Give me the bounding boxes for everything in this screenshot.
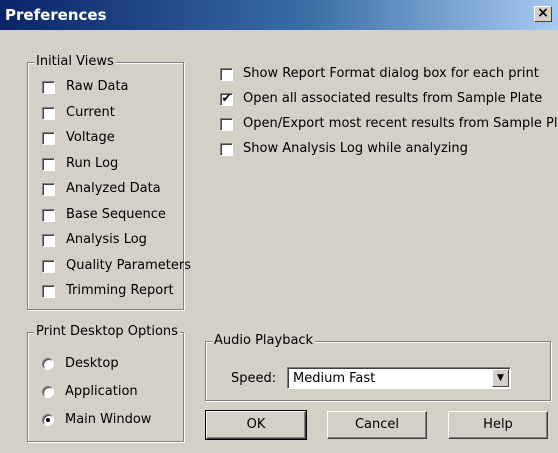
initial-view-label: Base Sequence	[66, 206, 166, 222]
option-checkbox[interactable]	[220, 68, 233, 81]
initial-views-label: Initial Views	[34, 54, 116, 69]
print-option-label: Application	[65, 384, 138, 399]
speed-select[interactable]: Medium Fast ▼	[287, 367, 511, 389]
initial-view-label: Voltage	[66, 130, 115, 145]
print-option-radio[interactable]	[42, 386, 54, 398]
option-checkbox[interactable]	[220, 118, 233, 131]
initial-view-checkbox[interactable]	[42, 208, 55, 222]
initial-view-checkbox[interactable]	[42, 259, 55, 273]
radio-dot-icon	[46, 418, 50, 422]
audio-playback-group: Audio Playback Speed: Medium Fast ▼	[205, 333, 551, 401]
option-label: Open all associated results from Sample …	[243, 91, 543, 106]
initial-view-checkbox[interactable]	[42, 183, 55, 196]
initial-view-checkbox[interactable]	[42, 106, 55, 120]
print-option-label: Desktop	[65, 356, 119, 371]
option-checkbox[interactable]: ✔	[220, 91, 233, 106]
check-mark-icon: ✔	[221, 91, 232, 105]
close-icon[interactable]: ×	[534, 6, 552, 22]
initial-view-label: Raw Data	[66, 79, 129, 94]
print-desktop-group: Print Desktop Options Desktop Application…	[27, 324, 184, 442]
option-label: Show Analysis Log while analyzing	[243, 141, 468, 156]
option-checkbox[interactable]	[220, 143, 233, 156]
initial-views-group: Initial Views Raw Data Current Voltage Run …	[27, 54, 191, 310]
window-title: Preferences	[5, 6, 107, 24]
initial-view-label: Analyzed Data	[66, 181, 161, 196]
initial-view-label: Trimming Report	[66, 283, 174, 298]
initial-view-checkbox[interactable]	[42, 132, 55, 145]
initial-view-label: Analysis Log	[66, 232, 147, 247]
initial-view-checkbox[interactable]	[42, 81, 55, 94]
help-button[interactable]: Help	[448, 411, 548, 439]
initial-view-label: Run Log	[66, 155, 119, 171]
option-label: Open/Export most recent results from Sam…	[243, 116, 558, 131]
speed-label: Speed:	[231, 371, 277, 386]
initial-view-checkbox[interactable]	[42, 285, 55, 298]
print-desktop-label: Print Desktop Options	[34, 324, 180, 339]
initial-view-label: Current	[66, 104, 115, 120]
chevron-down-icon[interactable]: ▼	[492, 369, 509, 387]
title-bar: Preferences ×	[0, 0, 558, 30]
initial-view-checkbox[interactable]	[42, 234, 55, 247]
cancel-button[interactable]: Cancel	[327, 411, 427, 439]
print-option-radio[interactable]	[42, 358, 54, 370]
print-option-radio[interactable]	[42, 414, 54, 426]
preferences-dialog: Preferences × Initial Views Raw Data Curr…	[0, 0, 558, 453]
initial-view-checkbox[interactable]	[42, 157, 55, 171]
ok-button[interactable]: OK	[205, 410, 307, 440]
speed-value: Medium Fast	[293, 371, 376, 386]
initial-view-label: Quality Parameters	[66, 257, 191, 273]
audio-playback-label: Audio Playback	[212, 333, 316, 348]
print-option-label: Main Window	[65, 412, 152, 427]
option-label: Show Report Format dialog box for each p…	[243, 66, 539, 81]
